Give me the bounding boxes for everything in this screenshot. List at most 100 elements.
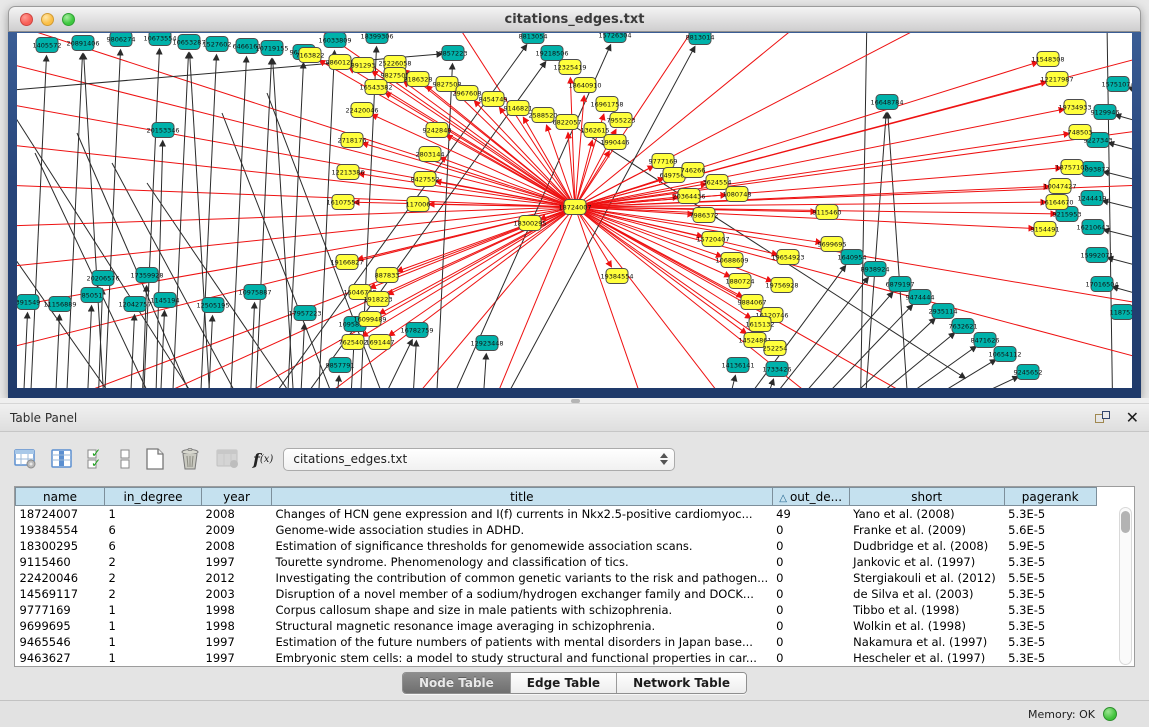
table-cell[interactable]: de Silva et al. (2003) bbox=[849, 586, 1004, 602]
table-cell[interactable]: 5.6E-5 bbox=[1004, 522, 1096, 538]
table-cell[interactable]: 0 bbox=[772, 570, 849, 586]
table-cell[interactable]: 6 bbox=[105, 522, 202, 538]
table-cell[interactable]: Nakamura et al. (1997) bbox=[849, 634, 1004, 650]
network-table-selector[interactable]: citations_edges.txt bbox=[283, 448, 675, 471]
table-cell[interactable]: Investigating the contribution of common… bbox=[272, 570, 773, 586]
table-cell[interactable]: 5.5E-5 bbox=[1004, 570, 1096, 586]
table-row[interactable]: 2242004622012Investigating the contribut… bbox=[16, 570, 1097, 586]
table-cell[interactable]: 0 bbox=[772, 618, 849, 634]
table-cell[interactable]: 5.3E-5 bbox=[1004, 650, 1096, 666]
column-header-year[interactable]: year bbox=[202, 488, 272, 506]
table-cell[interactable]: Disruption of a novel member of a sodium… bbox=[272, 586, 773, 602]
table-cell[interactable]: 5.3E-5 bbox=[1004, 586, 1096, 602]
table-cell[interactable]: 5.3E-5 bbox=[1004, 602, 1096, 618]
table-cell[interactable]: Tourette syndrome. Phenomenology and cla… bbox=[272, 554, 773, 570]
table-cell[interactable]: 0 bbox=[772, 650, 849, 666]
table-cell[interactable]: 22420046 bbox=[16, 570, 105, 586]
table-cell[interactable]: 0 bbox=[772, 522, 849, 538]
column-header-name[interactable]: name bbox=[16, 488, 105, 506]
float-panel-icon[interactable] bbox=[1095, 411, 1110, 425]
table-row[interactable]: 946554611997Estimation of the future num… bbox=[16, 634, 1097, 650]
table-cell[interactable]: 0 bbox=[772, 586, 849, 602]
delete-table-icon[interactable] bbox=[216, 448, 240, 470]
table-row[interactable]: 1456911722003Disruption of a novel membe… bbox=[16, 586, 1097, 602]
table-cell[interactable]: 5.3E-5 bbox=[1004, 634, 1096, 650]
table-cell[interactable]: 2008 bbox=[202, 506, 272, 522]
table-cell[interactable]: 5.9E-5 bbox=[1004, 538, 1096, 554]
table-cell[interactable]: Tibbo et al. (1998) bbox=[849, 602, 1004, 618]
scrollbar-thumb[interactable] bbox=[1121, 511, 1130, 533]
table-cell[interactable]: 2009 bbox=[202, 522, 272, 538]
table-cell[interactable]: Genome-wide association studies in ADHD. bbox=[272, 522, 773, 538]
unselect-all-columns-icon[interactable] bbox=[119, 447, 131, 471]
table-cell[interactable]: 49 bbox=[772, 506, 849, 522]
table-cell[interactable]: Franke et al. (2009) bbox=[849, 522, 1004, 538]
citation-network-graph[interactable]: 1872400714055722089140698062741067355410… bbox=[17, 33, 1132, 388]
table-cell[interactable]: 9463627 bbox=[16, 650, 105, 666]
close-window-icon[interactable] bbox=[20, 13, 33, 26]
table-cell[interactable]: 1 bbox=[105, 618, 202, 634]
table-cell[interactable]: 2008 bbox=[202, 538, 272, 554]
tab-node-table[interactable]: Node Table bbox=[403, 673, 511, 693]
table-cell[interactable]: Yano et al. (2008) bbox=[849, 506, 1004, 522]
table-cell[interactable]: 0 bbox=[772, 538, 849, 554]
tab-edge-table[interactable]: Edge Table bbox=[511, 673, 617, 693]
column-header-short[interactable]: short bbox=[849, 488, 1004, 506]
table-row[interactable]: 1830029562008Estimation of significance … bbox=[16, 538, 1097, 554]
table-row[interactable]: 1872400712008Changes of HCN gene express… bbox=[16, 506, 1097, 522]
node-table[interactable]: namein_degreeyeartitle△out_de...shortpag… bbox=[14, 486, 1135, 667]
table-cell[interactable]: 19384554 bbox=[16, 522, 105, 538]
table-row[interactable]: 977716911998Corpus callosum shape and si… bbox=[16, 602, 1097, 618]
table-row[interactable]: 946362711997Embryonic stem cells: a mode… bbox=[16, 650, 1097, 666]
table-cell[interactable]: 18300295 bbox=[16, 538, 105, 554]
table-cell[interactable]: 2 bbox=[105, 570, 202, 586]
table-cell[interactable]: 1 bbox=[105, 650, 202, 666]
delete-column-icon[interactable] bbox=[179, 447, 203, 471]
minimize-window-icon[interactable] bbox=[41, 13, 54, 26]
table-cell[interactable]: 9699695 bbox=[16, 618, 105, 634]
table-row[interactable]: 1938455462009Genome-wide association stu… bbox=[16, 522, 1097, 538]
table-cell[interactable]: 1998 bbox=[202, 618, 272, 634]
memory-ok-icon[interactable] bbox=[1103, 707, 1117, 721]
column-header-title[interactable]: title bbox=[272, 488, 773, 506]
table-mode-icon[interactable] bbox=[14, 448, 38, 470]
table-cell[interactable]: Stergiakouli et al. (2012) bbox=[849, 570, 1004, 586]
table-cell[interactable]: Wolkin et al. (1998) bbox=[849, 618, 1004, 634]
table-cell[interactable]: 0 bbox=[772, 602, 849, 618]
new-column-icon[interactable] bbox=[144, 447, 166, 471]
table-cell[interactable]: 1 bbox=[105, 602, 202, 618]
column-header-pagerank[interactable]: pagerank bbox=[1004, 488, 1096, 506]
table-cell[interactable]: 5.3E-5 bbox=[1004, 506, 1096, 522]
table-row[interactable]: 969969511998Structural magnetic resonanc… bbox=[16, 618, 1097, 634]
table-cell[interactable]: 1997 bbox=[202, 634, 272, 650]
table-cell[interactable]: 1998 bbox=[202, 602, 272, 618]
select-all-columns-icon[interactable]: ✓✓ bbox=[86, 447, 106, 471]
zoom-window-icon[interactable] bbox=[62, 13, 75, 26]
table-cell[interactable]: Estimation of the future numbers of pati… bbox=[272, 634, 773, 650]
table-cell[interactable]: 0 bbox=[772, 634, 849, 650]
window-titlebar[interactable]: citations_edges.txt bbox=[8, 6, 1141, 32]
table-cell[interactable]: 2003 bbox=[202, 586, 272, 602]
table-cell[interactable]: 14569117 bbox=[16, 586, 105, 602]
show-columns-icon[interactable] bbox=[51, 448, 73, 470]
table-cell[interactable]: 2 bbox=[105, 554, 202, 570]
tab-network-table[interactable]: Network Table bbox=[617, 673, 746, 693]
table-cell[interactable]: 2012 bbox=[202, 570, 272, 586]
table-cell[interactable]: Embryonic stem cells: a model to study s… bbox=[272, 650, 773, 666]
network-canvas[interactable]: 1872400714055722089140698062741067355410… bbox=[17, 33, 1132, 388]
table-cell[interactable]: 2 bbox=[105, 586, 202, 602]
table-cell[interactable]: Jankovic et al. (1997) bbox=[849, 554, 1004, 570]
table-cell[interactable]: 9115460 bbox=[16, 554, 105, 570]
table-scrollbar[interactable] bbox=[1119, 507, 1132, 665]
splitter-grip[interactable] bbox=[571, 399, 580, 403]
column-header-out_de[interactable]: △out_de... bbox=[772, 488, 849, 506]
table-row[interactable]: 911546021997Tourette syndrome. Phenomeno… bbox=[16, 554, 1097, 570]
close-panel-icon[interactable]: ✕ bbox=[1126, 411, 1139, 425]
table-cell[interactable]: Estimation of significance thresholds fo… bbox=[272, 538, 773, 554]
table-cell[interactable]: 6 bbox=[105, 538, 202, 554]
table-cell[interactable]: 9465546 bbox=[16, 634, 105, 650]
table-cell[interactable]: 1997 bbox=[202, 650, 272, 666]
column-header-in_degree[interactable]: in_degree bbox=[105, 488, 202, 506]
table-cell[interactable]: Corpus callosum shape and size in male p… bbox=[272, 602, 773, 618]
table-cell[interactable]: 0 bbox=[772, 554, 849, 570]
